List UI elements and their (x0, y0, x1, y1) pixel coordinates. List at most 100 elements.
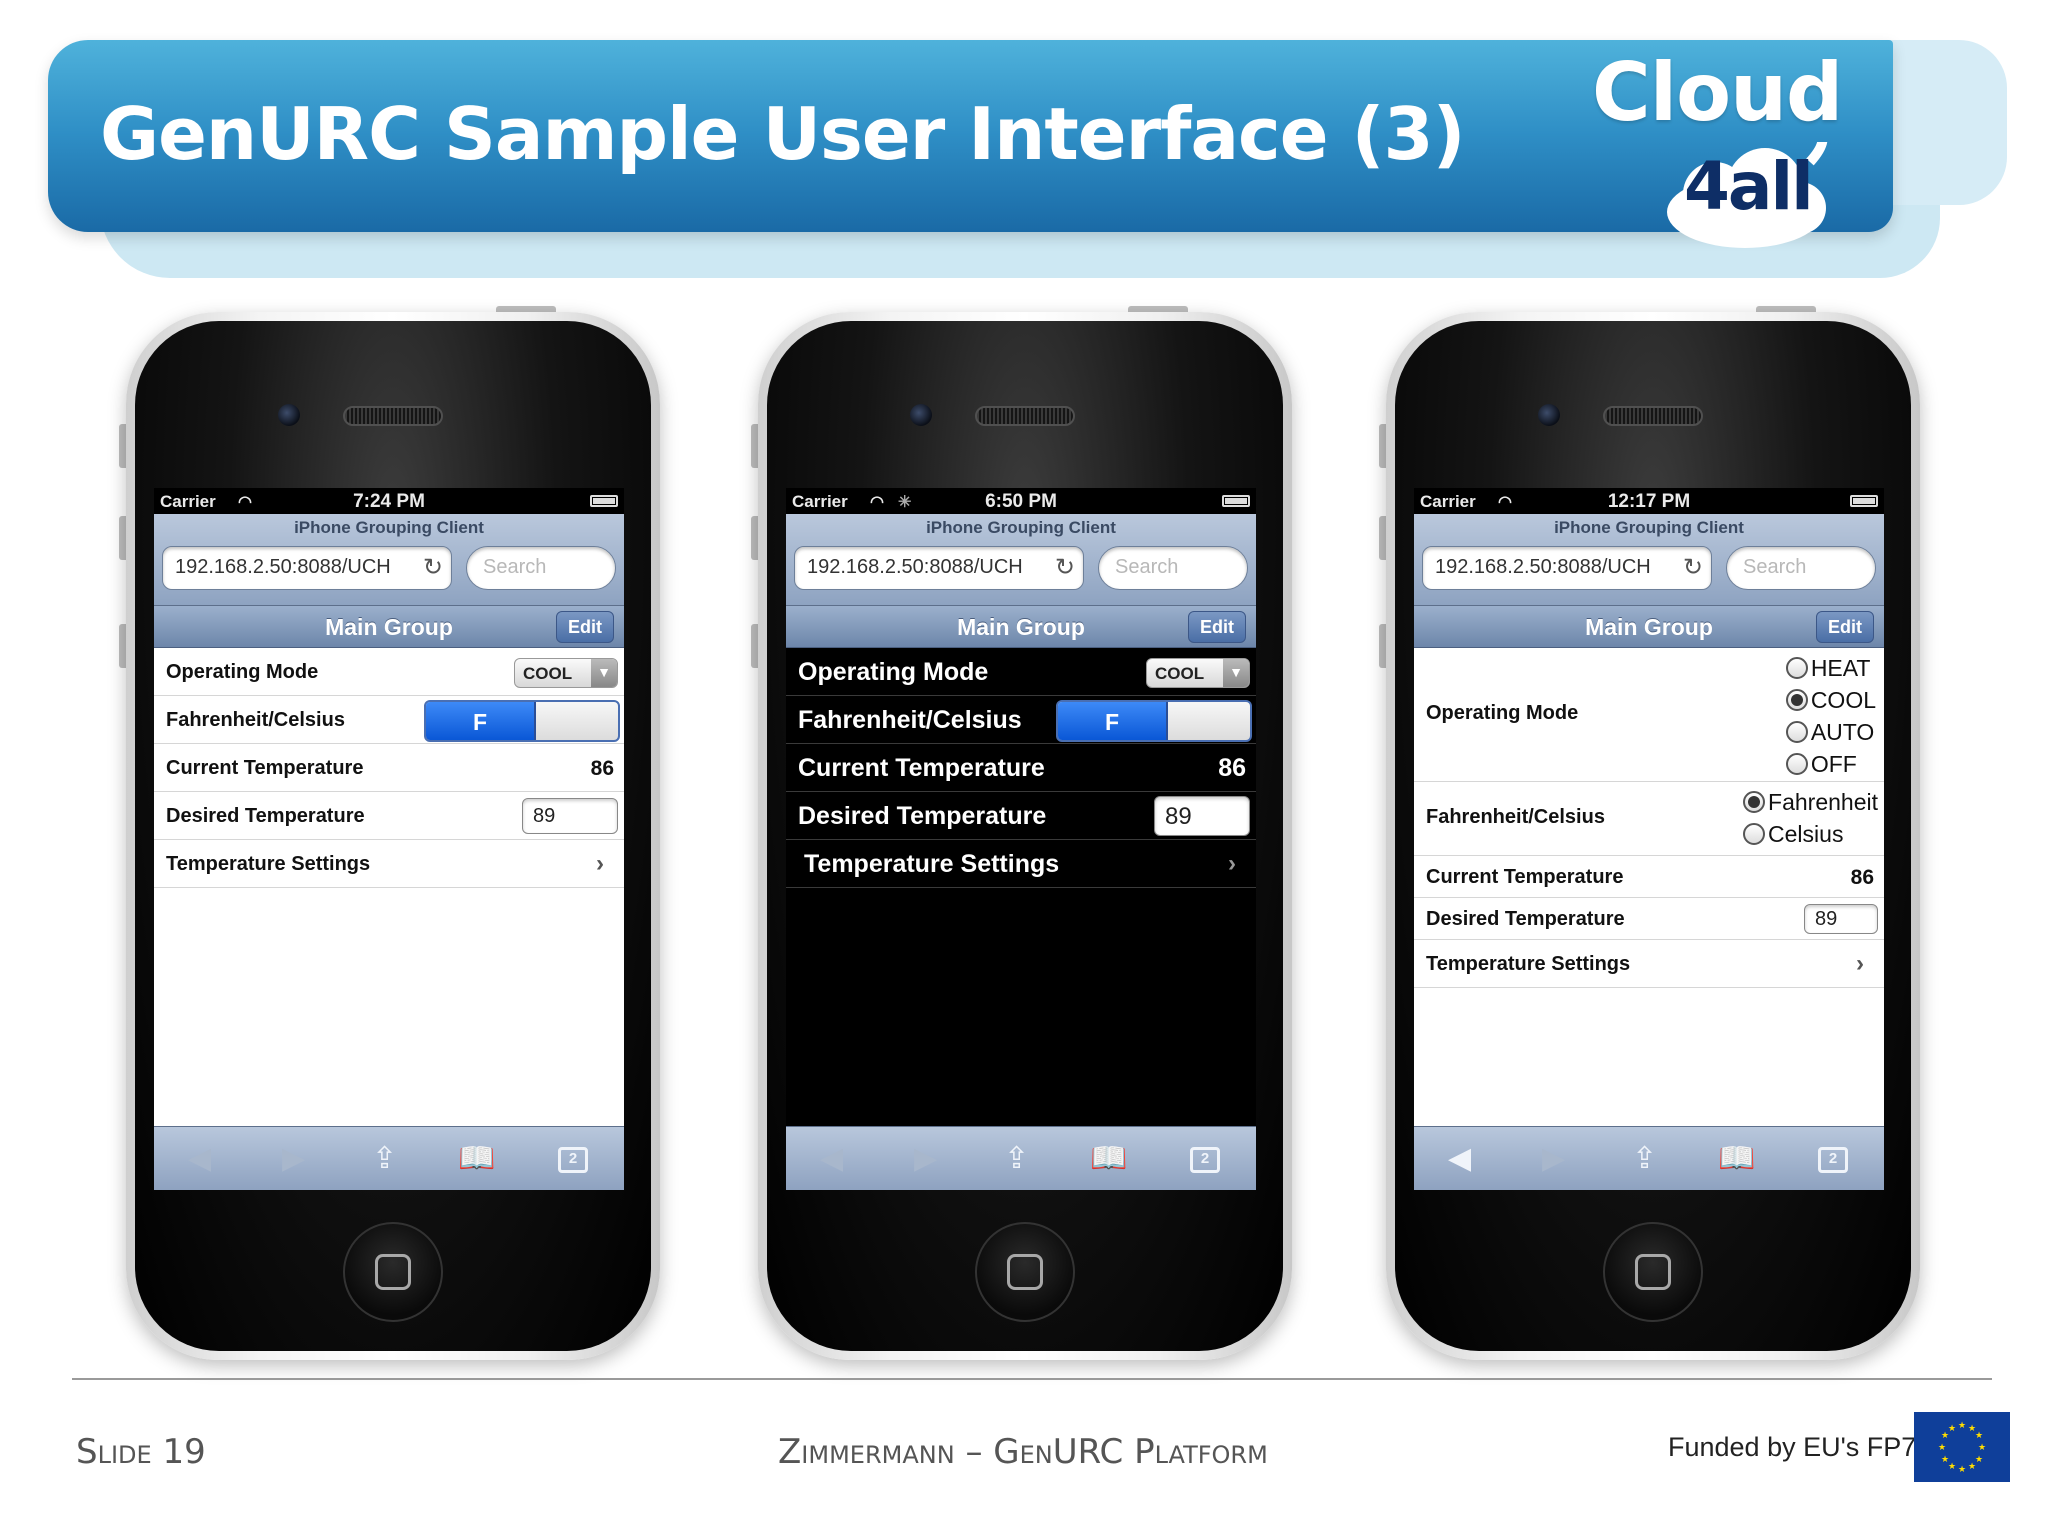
radio-selected-icon (1743, 791, 1766, 813)
status-time: 6:50 PM (985, 491, 1057, 512)
unit-toggle[interactable]: F (1056, 700, 1252, 742)
url-input[interactable]: 192.168.2.50:8088/UCH ↻ (1422, 546, 1712, 590)
share-icon[interactable]: ⇪ (372, 1141, 397, 1176)
reload-icon[interactable]: ↻ (1055, 553, 1075, 582)
browser-toolbar: ◀ ▶ ⇪ 📖 2 (786, 1126, 1256, 1190)
group-header-bar: Main Group Edit (154, 606, 624, 648)
operating-mode-select[interactable]: COOL ▼ (514, 658, 618, 688)
status-bar: Carrier ◠ 7:24 PM (154, 488, 624, 514)
home-button (975, 1222, 1075, 1322)
search-input[interactable]: Search (1098, 546, 1248, 590)
radio-option-off[interactable]: OFF (1785, 748, 1876, 780)
back-arrow-icon[interactable]: ◀ (188, 1141, 211, 1176)
current-temp-value: 86 (1850, 866, 1874, 889)
radio-label: Celsius (1768, 820, 1844, 847)
desired-temp-label: Desired Temperature (1426, 908, 1625, 930)
desired-temp-input[interactable]: 89 (1154, 796, 1250, 836)
desired-temp-input[interactable]: 89 (1804, 904, 1878, 934)
edit-button[interactable]: Edit (556, 611, 614, 643)
current-temp-value: 86 (590, 757, 614, 780)
desired-temp-input[interactable]: 89 (522, 798, 618, 834)
radio-option-cool[interactable]: COOL (1785, 684, 1876, 716)
logo-word-cloud: Cloud (1592, 46, 1843, 139)
chevron-down-icon: ▼ (1223, 659, 1249, 687)
status-bar: Carrier ◠ 12:17 PM (1414, 488, 1884, 514)
home-square-icon (375, 1254, 411, 1290)
unit-toggle[interactable]: F (424, 700, 620, 742)
desired-temp-label: Desired Temperature (798, 802, 1047, 830)
share-icon[interactable]: ⇪ (1632, 1141, 1657, 1176)
cloud4all-logo: Cloud 4all (1580, 46, 1880, 256)
radio-option-fahrenheit[interactable]: Fahrenheit (1743, 786, 1878, 818)
reload-icon[interactable]: ↻ (423, 553, 443, 582)
current-temp-row: Current Temperature 86 (154, 744, 624, 792)
radio-option-heat[interactable]: HEAT (1785, 652, 1876, 684)
chevron-right-icon: › (1228, 850, 1236, 877)
unit-radio-group: Fahrenheit Celsius (1743, 786, 1878, 850)
back-arrow-icon[interactable]: ◀ (1448, 1141, 1471, 1176)
url-input[interactable]: 192.168.2.50:8088/UCH ↻ (162, 546, 452, 590)
bookmarks-icon[interactable]: 📖 (458, 1141, 495, 1176)
bookmarks-icon[interactable]: 📖 (1718, 1141, 1755, 1176)
radio-icon (1785, 657, 1808, 679)
front-camera (278, 404, 300, 426)
group-title: Main Group (957, 614, 1085, 640)
unit-toggle-value: F (1058, 702, 1168, 740)
desired-temp-row: Desired Temperature 89 (1414, 898, 1884, 940)
radio-icon (1785, 753, 1808, 775)
earpiece-speaker (1603, 406, 1703, 426)
forward-arrow-icon[interactable]: ▶ (1542, 1141, 1565, 1176)
funding-note: Funded by EU's FP7 (1668, 1432, 1917, 1462)
forward-arrow-icon[interactable]: ▶ (914, 1141, 937, 1176)
search-input[interactable]: Search (1726, 546, 1876, 590)
slide-number: Slide 19 (76, 1432, 206, 1472)
browser-address-bar: iPhone Grouping Client 192.168.2.50:8088… (786, 514, 1256, 606)
url-input[interactable]: 192.168.2.50:8088/UCH ↻ (794, 546, 1084, 590)
unit-label: Fahrenheit/Celsius (1426, 806, 1605, 828)
browser-address-bar: iPhone Grouping Client 192.168.2.50:8088… (1414, 514, 1884, 606)
url-text: 192.168.2.50:8088/UCH (807, 556, 1023, 578)
radio-label: HEAT (1810, 654, 1871, 681)
chevron-down-icon: ▼ (591, 659, 617, 687)
temperature-settings-row[interactable]: Temperature Settings › (786, 840, 1256, 888)
browser-page-title: iPhone Grouping Client (294, 518, 484, 537)
operating-mode-value: COOL (523, 664, 573, 683)
svg-text:★: ★ (1968, 1462, 1976, 1472)
reload-icon[interactable]: ↻ (1683, 553, 1703, 582)
forward-arrow-icon[interactable]: ▶ (282, 1141, 305, 1176)
temperature-settings-row[interactable]: Temperature Settings › (154, 840, 624, 888)
browser-address-bar: iPhone Grouping Client 192.168.2.50:8088… (154, 514, 624, 606)
url-text: 192.168.2.50:8088/UCH (175, 556, 391, 578)
footer-divider (72, 1378, 1992, 1380)
home-button (1603, 1222, 1703, 1322)
search-input[interactable]: Search (466, 546, 616, 590)
svg-text:★: ★ (1958, 1465, 1966, 1475)
battery-icon (590, 495, 618, 507)
radio-option-auto[interactable]: AUTO (1785, 716, 1876, 748)
current-temp-label: Current Temperature (166, 757, 364, 779)
chevron-right-icon: › (1856, 950, 1864, 977)
home-button (343, 1222, 443, 1322)
front-camera (910, 404, 932, 426)
desired-temp-label: Desired Temperature (166, 805, 365, 827)
unit-label: Fahrenheit/Celsius (798, 706, 1022, 734)
operating-mode-radio-group: HEAT COOL AUTO OFF (1785, 652, 1876, 780)
edit-button[interactable]: Edit (1188, 611, 1246, 643)
settings-list: Operating Mode COOL ▼ Fahrenheit/Celsius… (786, 648, 1256, 888)
temperature-settings-row[interactable]: Temperature Settings › (1414, 940, 1884, 988)
phone-mockup-1: Carrier ◠ 7:24 PM iPhone Grouping Client… (119, 306, 660, 1360)
share-icon[interactable]: ⇪ (1004, 1141, 1029, 1176)
operating-mode-select[interactable]: COOL ▼ (1146, 658, 1250, 688)
footer-title: Zimmermann – GenURC Platform (778, 1432, 1268, 1472)
tabs-icon[interactable]: 2 (1818, 1147, 1848, 1173)
browser-toolbar: ◀ ▶ ⇪ 📖 2 (1414, 1126, 1884, 1190)
radio-option-celsius[interactable]: Celsius (1743, 818, 1878, 850)
unit-row: Fahrenheit/Celsius F (154, 696, 624, 744)
unit-label: Fahrenheit/Celsius (166, 709, 345, 731)
tabs-icon[interactable]: 2 (558, 1147, 588, 1173)
tabs-icon[interactable]: 2 (1190, 1147, 1220, 1173)
back-arrow-icon[interactable]: ◀ (820, 1141, 843, 1176)
browser-page-title: iPhone Grouping Client (926, 518, 1116, 537)
bookmarks-icon[interactable]: 📖 (1090, 1141, 1127, 1176)
edit-button[interactable]: Edit (1816, 611, 1874, 643)
